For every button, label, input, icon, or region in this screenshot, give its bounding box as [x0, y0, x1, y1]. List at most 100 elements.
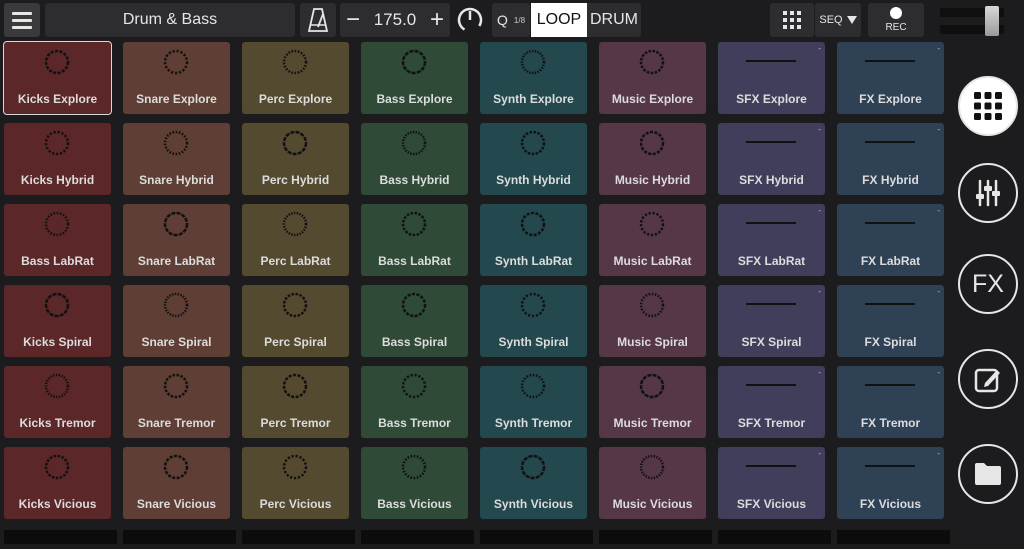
loop-ring-icon	[401, 130, 427, 156]
pad-button[interactable]: Kicks Tremor	[4, 366, 111, 438]
kit-selector[interactable]: Drum & Bass	[45, 3, 295, 37]
corner-mark: -	[937, 125, 940, 134]
corner-mark: -	[818, 206, 821, 215]
quantize-button[interactable]: Q 1/8	[492, 3, 530, 37]
pad-button[interactable]: - FX Hybrid	[837, 123, 944, 195]
pad-button[interactable]: - FX Tremor	[837, 366, 944, 438]
pad-button[interactable]: Music Hybrid	[599, 123, 706, 195]
pad-label: Music LabRat	[613, 254, 692, 268]
corner-mark: -	[937, 368, 940, 377]
record-button[interactable]: REC	[868, 3, 924, 37]
pad-button[interactable]: Perc Explore	[242, 42, 349, 114]
pad-label: SFX Spiral	[741, 335, 802, 349]
pad-button[interactable]: Kicks Explore	[3, 41, 112, 115]
pads-view-button[interactable]	[958, 76, 1018, 136]
pad-button[interactable]: Snare Vicious	[123, 447, 230, 519]
pad-button[interactable]: - FX LabRat	[837, 204, 944, 276]
pad-button[interactable]: - SFX LabRat	[718, 204, 825, 276]
pad-button[interactable]: - SFX Tremor	[718, 366, 825, 438]
one-shot-line-icon	[746, 465, 796, 467]
loop-ring-icon	[282, 292, 308, 318]
loop-ring-icon	[639, 211, 665, 237]
pad-button[interactable]: Synth Vicious	[480, 447, 587, 519]
pad-label: Synth Tremor	[494, 416, 573, 430]
bpm-control: − 175.0 +	[340, 3, 450, 37]
pad-label: Kicks Spiral	[23, 335, 92, 349]
fader-handle[interactable]	[985, 6, 999, 36]
pad-label: Bass Tremor	[378, 416, 451, 430]
pad-button[interactable]: Music Vicious	[599, 447, 706, 519]
pad-button[interactable]: Kicks Vicious	[4, 447, 111, 519]
drum-mode-tab[interactable]: DRUM	[587, 3, 641, 37]
loop-ring-icon	[639, 49, 665, 75]
pad-button[interactable]: - SFX Spiral	[718, 285, 825, 357]
fx-button[interactable]: FX	[958, 254, 1018, 314]
pad-button[interactable]: Snare Explore	[123, 42, 230, 114]
pad-label: Synth Explore	[493, 92, 574, 106]
master-volume-fader[interactable]	[940, 6, 1004, 36]
bpm-increase-button[interactable]: +	[430, 8, 444, 32]
pad-label: FX Hybrid	[862, 173, 919, 187]
pad-button[interactable]: - FX Spiral	[837, 285, 944, 357]
browse-button[interactable]	[958, 444, 1018, 504]
pad-button[interactable]: Music LabRat	[599, 204, 706, 276]
corner-mark: -	[937, 449, 940, 458]
pad-button[interactable]: - SFX Hybrid	[718, 123, 825, 195]
seq-dropdown[interactable]: SEQ	[815, 3, 861, 37]
pad-button[interactable]: Music Explore	[599, 42, 706, 114]
pad-button[interactable]: Music Spiral	[599, 285, 706, 357]
pad-button[interactable]: Bass Vicious	[361, 447, 468, 519]
pad-button[interactable]: Kicks Spiral	[4, 285, 111, 357]
pad-button[interactable]: - SFX Explore	[718, 42, 825, 114]
pad-button[interactable]: - FX Vicious	[837, 447, 944, 519]
loop-mode-tab[interactable]: LOOP	[531, 3, 587, 37]
bpm-decrease-button[interactable]: −	[346, 8, 360, 32]
pad-label: Music Explore	[611, 92, 694, 106]
pad-button[interactable]: Perc Hybrid	[242, 123, 349, 195]
metronome-button[interactable]	[300, 3, 336, 37]
pad-button[interactable]: Snare Hybrid	[123, 123, 230, 195]
pad-button[interactable]: Perc Vicious	[242, 447, 349, 519]
pad-button[interactable]: Bass LabRat	[4, 204, 111, 276]
pad-button[interactable]: Bass Explore	[361, 42, 468, 114]
edit-button[interactable]	[958, 349, 1018, 409]
mixer-button[interactable]	[958, 163, 1018, 223]
menu-button[interactable]	[4, 3, 40, 37]
pad-button[interactable]: Music Tremor	[599, 366, 706, 438]
pad-button[interactable]: Snare Tremor	[123, 366, 230, 438]
loop-ring-icon	[520, 211, 546, 237]
pad-button[interactable]: Snare LabRat	[123, 204, 230, 276]
pad-button[interactable]: Synth Explore	[480, 42, 587, 114]
loop-ring-icon	[44, 292, 70, 318]
pad-button[interactable]: - FX Explore	[837, 42, 944, 114]
pad-button[interactable]: Bass Spiral	[361, 285, 468, 357]
pad-button[interactable]: Perc LabRat	[242, 204, 349, 276]
pad-button[interactable]: Perc Tremor	[242, 366, 349, 438]
pad-button[interactable]: - SFX Vicious	[718, 447, 825, 519]
pad-button[interactable]: Synth Tremor	[480, 366, 587, 438]
pad-button[interactable]: Perc Spiral	[242, 285, 349, 357]
pad-button[interactable]: Bass LabRat	[361, 204, 468, 276]
metronome-icon	[308, 8, 328, 32]
pad-layout-button[interactable]	[770, 3, 814, 37]
column-level-bar	[837, 530, 950, 544]
pad-button[interactable]: Synth LabRat	[480, 204, 587, 276]
pad-label: SFX Hybrid	[739, 173, 804, 187]
loop-ring-icon	[282, 49, 308, 75]
pad-label: Perc Vicious	[259, 497, 332, 511]
pad-button[interactable]: Snare Spiral	[123, 285, 230, 357]
pad-label: Synth Hybrid	[496, 173, 571, 187]
pad-button[interactable]: Bass Hybrid	[361, 123, 468, 195]
pad-label: FX Vicious	[859, 497, 922, 511]
pad-label: FX Tremor	[860, 416, 921, 430]
sliders-icon	[976, 179, 1000, 207]
pad-button[interactable]: Bass Tremor	[361, 366, 468, 438]
loop-ring-icon	[282, 211, 308, 237]
pad-button[interactable]: Synth Hybrid	[480, 123, 587, 195]
pad-label: Perc Hybrid	[261, 173, 330, 187]
pad-button[interactable]: Kicks Hybrid	[4, 123, 111, 195]
swing-knob[interactable]	[452, 3, 488, 37]
pad-column-kicks: Kicks Explore Kicks Hybrid Bass LabRat Kick…	[0, 40, 117, 544]
bpm-value[interactable]: 175.0	[374, 10, 417, 30]
pad-button[interactable]: Synth Spiral	[480, 285, 587, 357]
